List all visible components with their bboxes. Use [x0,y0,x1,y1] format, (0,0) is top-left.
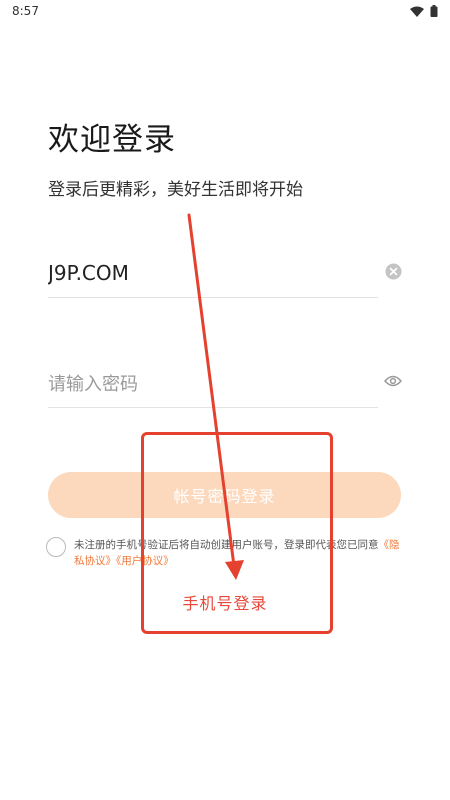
password-field [48,358,402,408]
agreement-text: 未注册的手机号验证后将自动创建用户账号，登录即代表您已同意《隐私协议》《用户协议… [74,537,402,569]
status-time: 8:57 [12,4,39,18]
page-title: 欢迎登录 [48,122,176,158]
password-input[interactable] [48,362,348,403]
agreement-checkbox[interactable] [46,537,66,557]
clear-circle-icon[interactable] [384,262,402,280]
account-input[interactable] [48,252,348,293]
page-subtitle: 登录后更精彩，美好生活即将开始 [48,180,303,200]
eye-icon[interactable] [384,372,402,390]
status-icons [410,5,438,17]
phone-login-link[interactable]: 手机号登录 [0,590,450,614]
agreement-body: 未注册的手机号验证后将自动创建用户账号，登录即代表您已同意 [74,539,379,551]
login-screen: 8:57 欢迎登录 登录后更精彩，美好生活即将开始 J9P.COM 帐号密码登录… [0,0,450,800]
wifi-icon [410,6,424,17]
user-agreement-link[interactable]: 《用户协议》 [116,555,174,567]
password-login-button[interactable]: 帐号密码登录 [48,472,401,518]
battery-icon [430,5,438,17]
agreement-row: 未注册的手机号验证后将自动创建用户账号，登录即代表您已同意《隐私协议》《用户协议… [46,537,402,569]
account-field [48,248,401,298]
status-bar: 8:57 [0,0,450,22]
